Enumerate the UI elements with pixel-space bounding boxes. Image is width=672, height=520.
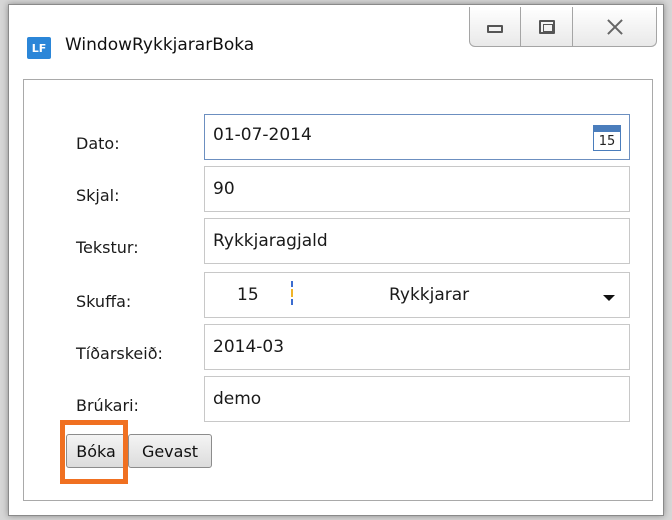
skjal-input[interactable] [205,167,629,211]
minimize-icon [487,24,503,33]
tidarskeid-field[interactable] [204,324,630,370]
maximize-icon [538,19,555,34]
close-icon [607,19,623,35]
brukari-field[interactable] [204,376,630,422]
app-logo-icon: LF [27,37,51,59]
tidarskeid-label: Tíðarskeið: [76,344,163,363]
calendar-day: 15 [598,134,616,149]
chevron-down-icon[interactable] [603,295,615,301]
skjal-label: Skjal: [76,186,120,205]
tidarskeid-input[interactable] [205,325,629,369]
tekstur-label: Tekstur: [76,238,139,257]
boka-button[interactable]: Bóka [66,434,126,468]
skjal-field[interactable] [204,166,630,212]
dato-label: Dato: [76,134,120,153]
title-bar: LF WindowRykkjararBoka [9,5,663,83]
skuffa-label: Skuffa: [76,292,132,311]
gevast-button[interactable]: Gevast [128,434,212,468]
tekstur-input[interactable] [205,219,629,263]
skuffa-number: 15 [237,285,259,305]
form-panel: Dato: 15 Skjal: Tekstur: Skuffa: 15 Rykk… [23,79,653,501]
dialog-window: LF WindowRykkjararBoka Dato: 15 Skjal: [8,4,664,516]
maximize-button[interactable] [521,7,573,47]
calendar-icon[interactable]: 15 [593,125,621,151]
window-title: WindowRykkjararBoka [65,35,255,55]
caption-buttons [469,7,657,49]
minimize-button[interactable] [469,7,521,47]
dato-input[interactable] [205,117,565,153]
brukari-label: Brúkari: [76,396,139,415]
skuffa-text: Rykkjarar [389,285,470,305]
brukari-input[interactable] [205,377,629,421]
dato-datepicker[interactable]: 15 [204,114,630,160]
tekstur-field[interactable] [204,218,630,264]
close-button[interactable] [573,7,657,47]
skuffa-combobox[interactable]: 15 Rykkjarar [204,272,630,318]
combo-column-separator [291,281,293,305]
